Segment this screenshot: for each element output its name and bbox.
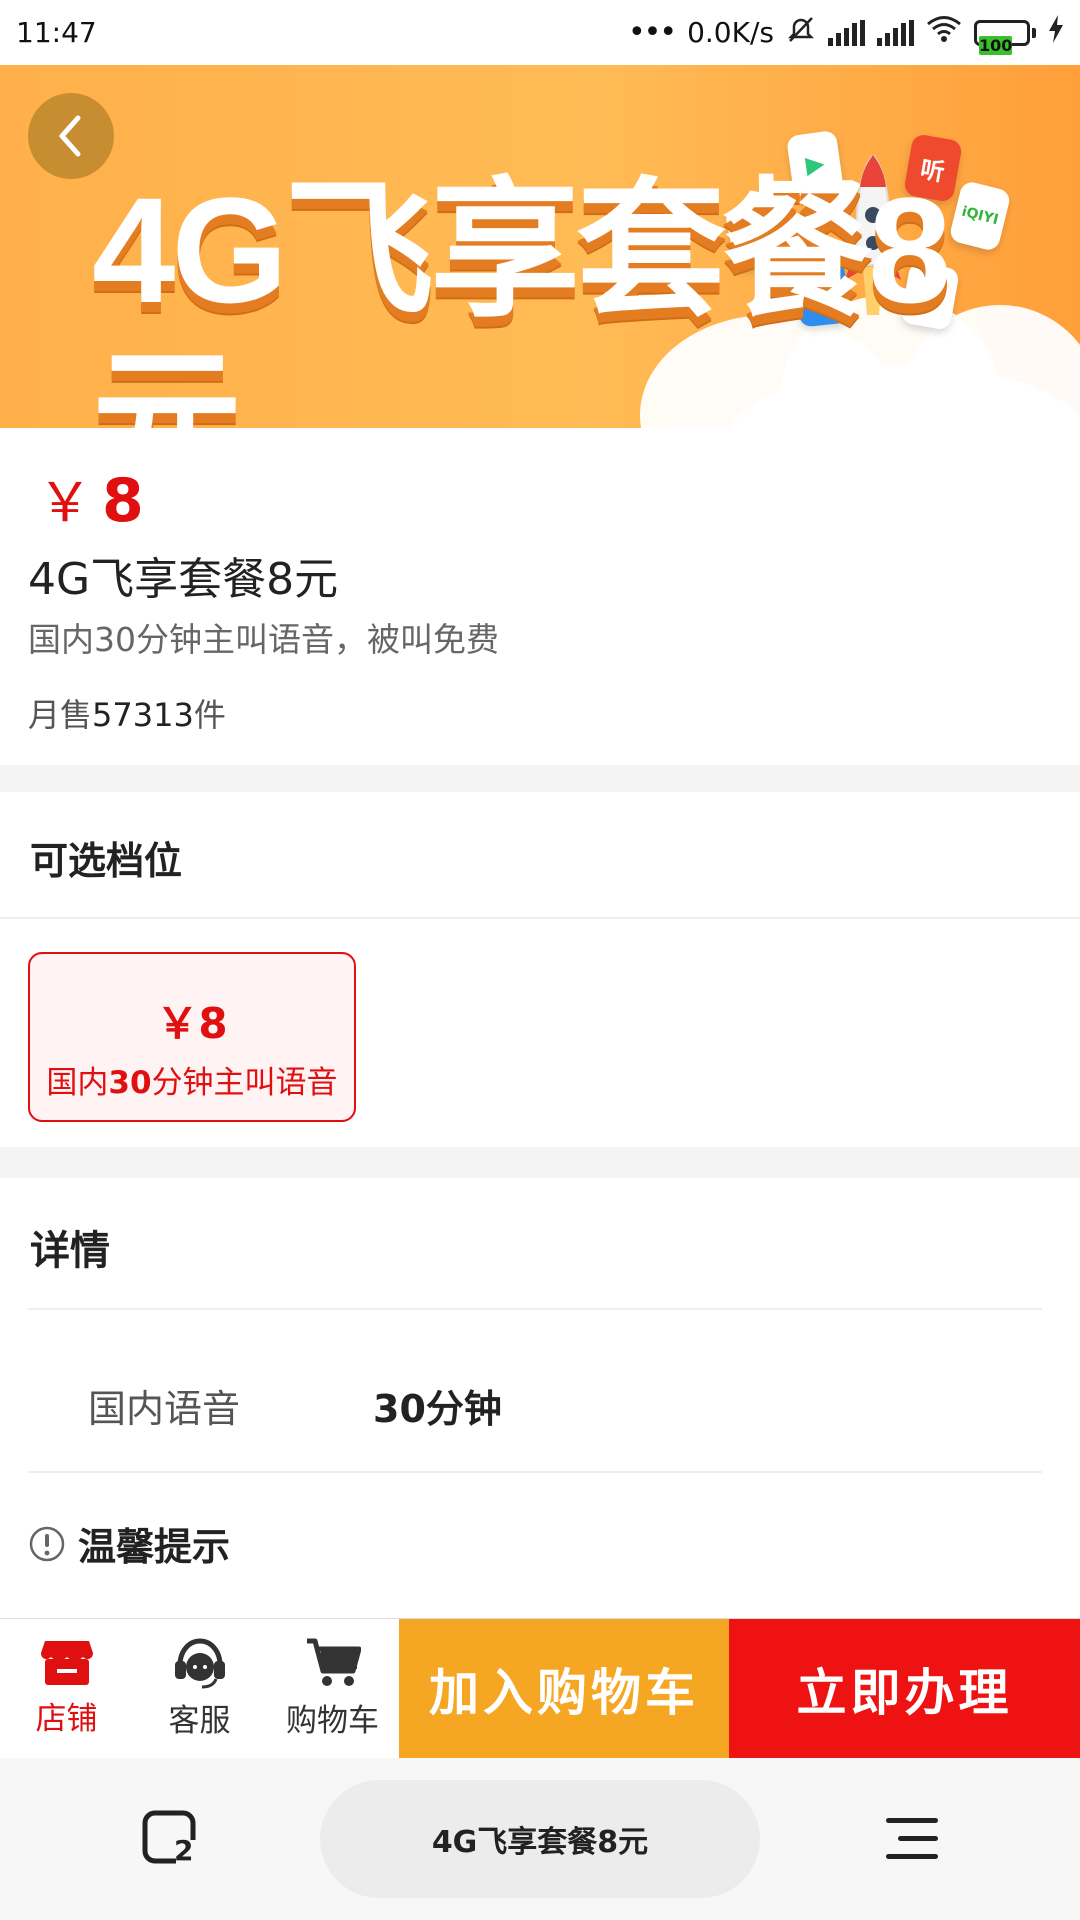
wifi-icon xyxy=(926,15,962,50)
store-button[interactable]: 店铺 xyxy=(0,1619,133,1758)
tip-heading: 温馨提示 xyxy=(28,1516,230,1571)
net-speed: 0.0K/s xyxy=(687,16,774,49)
info-icon xyxy=(29,1526,65,1561)
section-gap xyxy=(0,1147,1080,1178)
options-heading: 可选档位 xyxy=(30,839,183,883)
product-price: ￥ 8 xyxy=(38,466,144,536)
store-icon xyxy=(40,1641,93,1685)
divider xyxy=(28,1308,1042,1310)
options-section: 可选档位 ￥8 国内30分钟主叫语音 xyxy=(0,792,1080,1147)
cart-icon xyxy=(306,1638,361,1686)
detail-value: 30分钟 xyxy=(373,1387,502,1431)
back-button[interactable] xyxy=(28,93,114,179)
section-gap xyxy=(0,765,1080,792)
option-price: ￥8 xyxy=(156,999,228,1048)
charging-icon xyxy=(1048,15,1064,50)
action-bar: 店铺 客服 购物车 加入购物车 立即办理 xyxy=(0,1618,1080,1758)
status-bar: 11:47 ••• 0.0K/s 100 xyxy=(0,0,1080,65)
option-card-selected[interactable]: ￥8 国内30分钟主叫语音 xyxy=(28,952,356,1122)
battery-icon: 100 xyxy=(974,19,1036,55)
chevron-left-icon xyxy=(59,115,81,157)
buy-now-button[interactable]: 立即办理 xyxy=(729,1619,1080,1758)
menu-button[interactable] xyxy=(878,1814,938,1864)
details-heading: 详情 xyxy=(30,1228,110,1274)
details-section: 详情 国内语音 30分钟 温馨提示 xyxy=(0,1178,1080,1618)
mute-bell-icon xyxy=(786,14,816,51)
price-section: ￥ 8 4G飞享套餐8元 国内30分钟主叫语音，被叫免费 月售57313件 xyxy=(0,428,1080,765)
address-pill[interactable]: 4G飞享套餐8元 xyxy=(320,1780,760,1898)
add-to-cart-button[interactable]: 加入购物车 xyxy=(399,1619,729,1758)
tabs-button[interactable]: 2 xyxy=(142,1810,202,1868)
status-time: 11:47 xyxy=(16,16,97,49)
product-title: 4G飞享套餐8元 xyxy=(28,554,339,605)
more-dots-icon: ••• xyxy=(627,15,677,50)
tab-count: 2 xyxy=(174,1834,194,1867)
headset-icon xyxy=(174,1638,225,1689)
monthly-sales: 月售57313件 xyxy=(28,696,226,734)
product-banner: M ▶ 听 iQIYI K ♥ 4G飞享套餐8元 xyxy=(0,65,1080,428)
divider xyxy=(28,1471,1042,1473)
banner-title: 4G飞享套餐8元 xyxy=(92,166,952,428)
option-desc: 国内30分钟主叫语音 xyxy=(46,1065,338,1101)
detail-label: 国内语音 xyxy=(88,1387,241,1431)
signal-icon xyxy=(828,19,865,46)
browser-nav-bar: 2 4G飞享套餐8元 xyxy=(0,1758,1080,1920)
divider xyxy=(0,917,1080,919)
product-description: 国内30分钟主叫语音，被叫免费 xyxy=(28,620,499,659)
cart-button[interactable]: 购物车 xyxy=(266,1619,399,1758)
signal-icon-2 xyxy=(877,19,914,46)
customer-service-button[interactable]: 客服 xyxy=(133,1619,266,1758)
